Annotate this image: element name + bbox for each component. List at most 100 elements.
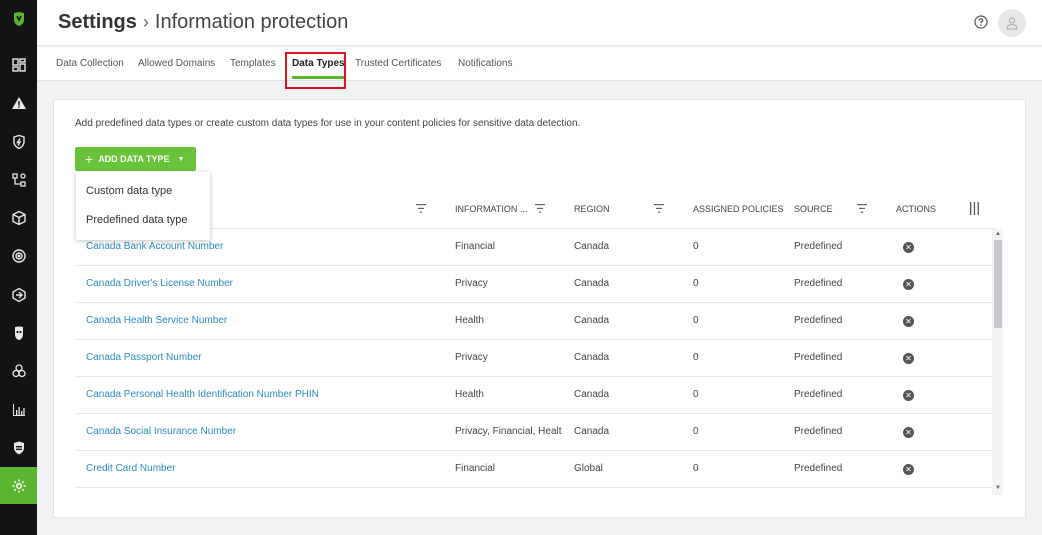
region-cell: Canada (574, 426, 610, 437)
tab-templates[interactable]: Templates (230, 47, 276, 81)
region-cell: Canada (574, 389, 610, 400)
filter-icon[interactable] (535, 204, 545, 213)
information-type-cell: Financial (455, 463, 496, 474)
information-type-cell: Privacy (455, 278, 488, 289)
information-type-cell: Privacy (455, 352, 488, 363)
assigned-policies-cell: 0 (693, 315, 699, 326)
logo-icon[interactable] (0, 0, 37, 37)
add-data-type-menu: Custom data type Predefined data type (76, 172, 210, 240)
sidebar (0, 0, 37, 535)
page-description: Add predefined data types or create cust… (75, 118, 581, 129)
filter-icon[interactable] (654, 204, 664, 213)
add-data-type-button[interactable]: + ADD DATA TYPE ▼ (75, 147, 196, 171)
region-cell: Canada (574, 278, 610, 289)
assigned-policies-cell: 0 (693, 241, 699, 252)
remove-icon[interactable]: ✕ (903, 353, 914, 364)
data-type-name-link[interactable]: Canada Personal Health Identification Nu… (86, 389, 319, 400)
scroll-down-arrow[interactable]: ▼ (994, 485, 1002, 491)
cube-icon[interactable] (0, 199, 37, 236)
tab-notifications[interactable]: Notifications (458, 47, 512, 81)
title-separator: › (142, 12, 149, 32)
highlight-box-tab (285, 52, 346, 89)
user-icon (1006, 17, 1018, 30)
tab-data-collection[interactable]: Data Collection (56, 47, 124, 81)
row-divider (75, 450, 995, 451)
menu-item-predefined-data-type[interactable]: Predefined data type (86, 214, 188, 226)
caret-down-icon: ▼ (177, 155, 185, 163)
mask-icon[interactable] (0, 314, 37, 351)
menu-item-custom-data-type[interactable]: Custom data type (86, 185, 172, 197)
remove-icon[interactable]: ✕ (903, 427, 914, 438)
remove-icon[interactable]: ✕ (903, 279, 914, 290)
row-divider (75, 487, 995, 488)
data-type-name-link[interactable]: Canada Health Service Number (86, 315, 227, 326)
assigned-policies-cell: 0 (693, 278, 699, 289)
header-divider (75, 228, 995, 229)
help-icon[interactable] (974, 15, 988, 29)
information-type-cell: Privacy, Financial, Healt (455, 426, 562, 437)
data-type-name-link[interactable]: Canada Social Insurance Number (86, 426, 236, 437)
data-type-name-link[interactable]: Credit Card Number (86, 463, 175, 474)
information-type-cell: Health (455, 315, 484, 326)
source-cell: Predefined (794, 315, 843, 326)
region-cell: Canada (574, 241, 610, 252)
shield-icon[interactable] (0, 429, 37, 466)
filter-icon[interactable] (416, 204, 426, 213)
source-cell: Predefined (794, 352, 843, 363)
assigned-policies-cell: 0 (693, 389, 699, 400)
biohazard-icon[interactable] (0, 352, 37, 389)
chart-icon[interactable] (0, 391, 37, 428)
title-settings: Settings (58, 11, 137, 33)
source-cell: Predefined (794, 278, 843, 289)
assigned-policies-cell: 0 (693, 463, 699, 474)
assigned-policies-cell: 0 (693, 426, 699, 437)
column-chooser-icon[interactable] (970, 202, 979, 215)
region-cell: Canada (574, 352, 610, 363)
column-header-region[interactable]: REGION (574, 204, 610, 214)
data-types-card: Add predefined data types or create cust… (53, 99, 1026, 518)
add-data-type-label: ADD DATA TYPE (98, 154, 170, 164)
source-cell: Predefined (794, 389, 843, 400)
header: Settings › Information protection (37, 0, 1042, 46)
source-cell: Predefined (794, 241, 843, 252)
column-header-actions: ACTIONS (896, 204, 937, 214)
network-icon[interactable] (0, 161, 37, 198)
region-cell: Canada (574, 315, 610, 326)
data-type-name-link[interactable]: Canada Driver's License Number (86, 278, 233, 289)
remove-icon[interactable]: ✕ (903, 242, 914, 253)
assigned-policies-cell: 0 (693, 352, 699, 363)
data-type-name-link[interactable]: Canada Bank Account Number (86, 241, 223, 252)
tab-allowed-domains[interactable]: Allowed Domains (138, 47, 215, 81)
remove-icon[interactable]: ✕ (903, 464, 914, 475)
row-divider (75, 265, 995, 266)
column-header-source[interactable]: SOURCE (794, 204, 833, 214)
title-subpage: Information protection (154, 11, 349, 33)
page-title: Settings › Information protection (58, 11, 348, 34)
scroll-up-arrow[interactable]: ▲ (994, 231, 1002, 237)
column-header-information[interactable]: INFORMATION ... (455, 204, 527, 214)
remove-icon[interactable]: ✕ (903, 316, 914, 327)
shield-bolt-icon[interactable] (0, 123, 37, 160)
gear-icon[interactable] (0, 467, 37, 504)
remove-icon[interactable]: ✕ (903, 390, 914, 401)
plus-icon: + (85, 151, 94, 167)
alert-icon[interactable] (0, 84, 37, 121)
row-divider (75, 302, 995, 303)
filter-icon[interactable] (857, 204, 867, 213)
dashboard-icon[interactable] (0, 46, 37, 83)
scrollbar-thumb[interactable] (994, 240, 1002, 328)
row-divider (75, 376, 995, 377)
user-avatar[interactable] (998, 9, 1026, 37)
row-divider (75, 413, 995, 414)
source-cell: Predefined (794, 426, 843, 437)
tab-trusted-certificates[interactable]: Trusted Certificates (355, 47, 441, 81)
settings-tabs: Data Collection Allowed Domains Template… (37, 47, 1042, 81)
column-header-assigned-policies[interactable]: ASSIGNED POLICIES (693, 204, 784, 214)
hexagon-icon[interactable] (0, 276, 37, 313)
data-type-name-link[interactable]: Canada Passport Number (86, 352, 202, 363)
information-type-cell: Health (455, 389, 484, 400)
region-cell: Global (574, 463, 603, 474)
source-cell: Predefined (794, 463, 843, 474)
row-divider (75, 339, 995, 340)
target-icon[interactable] (0, 237, 37, 274)
